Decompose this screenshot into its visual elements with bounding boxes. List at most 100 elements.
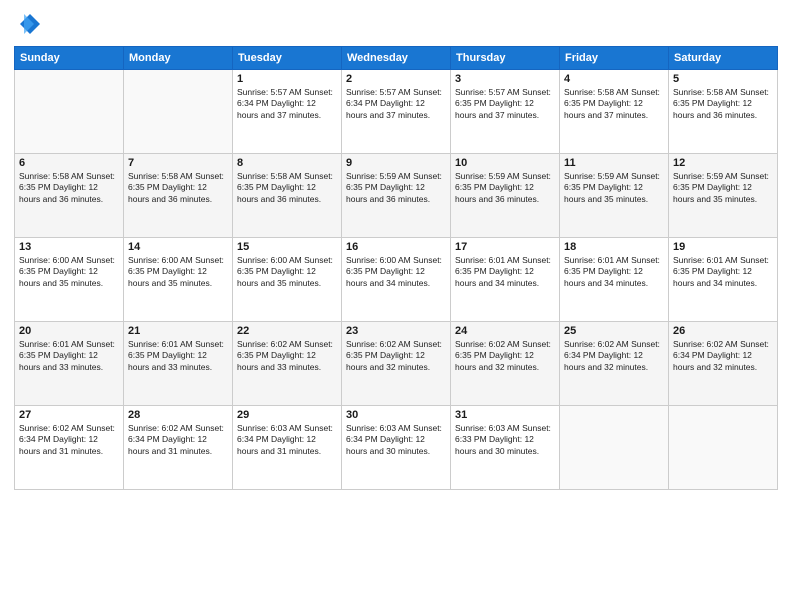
calendar-cell: 1Sunrise: 5:57 AM Sunset: 6:34 PM Daylig… xyxy=(233,70,342,154)
day-info: Sunrise: 5:59 AM Sunset: 6:35 PM Dayligh… xyxy=(455,171,555,205)
page: SundayMondayTuesdayWednesdayThursdayFrid… xyxy=(0,0,792,612)
day-number: 20 xyxy=(19,325,119,337)
day-info: Sunrise: 5:57 AM Sunset: 6:34 PM Dayligh… xyxy=(346,87,446,121)
weekday-header-wednesday: Wednesday xyxy=(342,47,451,70)
calendar-cell: 29 Sunrise: 6:03 AM Sunset: 6:34 PM Dayli… xyxy=(233,406,342,490)
day-number: 7 xyxy=(128,157,228,169)
day-number: 17 xyxy=(455,241,555,253)
day-number: 22 xyxy=(237,325,337,337)
weekday-header-tuesday: Tuesday xyxy=(233,47,342,70)
week-row-3: 20 Sunrise: 6:01 AM Sunset: 6:35 PM Dayli… xyxy=(15,322,778,406)
day-info: Sunrise: 6:02 AM Sunset: 6:34 PM Dayligh… xyxy=(564,339,664,373)
logo-icon xyxy=(14,10,42,38)
calendar-cell: 31Sunrise: 6:03 AM Sunset: 6:33 PM Dayli… xyxy=(451,406,560,490)
day-number: 3 xyxy=(455,73,555,85)
day-number: 26 xyxy=(673,325,773,337)
day-info: Sunrise: 5:58 AM Sunset: 6:35 PM Dayligh… xyxy=(237,171,337,205)
day-info: Sunrise: 5:57 AM Sunset: 6:34 PM Dayligh… xyxy=(237,87,337,121)
day-number: 25 xyxy=(564,325,664,337)
calendar: SundayMondayTuesdayWednesdayThursdayFrid… xyxy=(14,46,778,490)
day-info: Sunrise: 6:01 AM Sunset: 6:35 PM Dayligh… xyxy=(19,339,119,373)
calendar-cell: 21 Sunrise: 6:01 AM Sunset: 6:35 PM Dayli… xyxy=(124,322,233,406)
day-number: 21 xyxy=(128,325,228,337)
calendar-cell: 23 Sunrise: 6:02 AM Sunset: 6:35 PM Dayli… xyxy=(342,322,451,406)
day-number: 11 xyxy=(564,157,664,169)
calendar-cell: 8 Sunrise: 5:58 AM Sunset: 6:35 PM Daylig… xyxy=(233,154,342,238)
day-info: Sunrise: 6:03 AM Sunset: 6:34 PM Dayligh… xyxy=(237,423,337,457)
calendar-cell: 30 Sunrise: 6:03 AM Sunset: 6:34 PM Dayli… xyxy=(342,406,451,490)
day-number: 24 xyxy=(455,325,555,337)
week-row-2: 13 Sunrise: 6:00 AM Sunset: 6:35 PM Dayli… xyxy=(15,238,778,322)
day-number: 27 xyxy=(19,409,119,421)
weekday-header-monday: Monday xyxy=(124,47,233,70)
day-info: Sunrise: 5:58 AM Sunset: 6:35 PM Dayligh… xyxy=(128,171,228,205)
day-info: Sunrise: 6:03 AM Sunset: 6:34 PM Dayligh… xyxy=(346,423,446,457)
day-number: 8 xyxy=(237,157,337,169)
day-info: Sunrise: 5:58 AM Sunset: 6:35 PM Dayligh… xyxy=(19,171,119,205)
calendar-cell: 2 Sunrise: 5:57 AM Sunset: 6:34 PM Daylig… xyxy=(342,70,451,154)
day-number: 16 xyxy=(346,241,446,253)
day-info: Sunrise: 6:01 AM Sunset: 6:35 PM Dayligh… xyxy=(455,255,555,289)
day-info: Sunrise: 6:03 AM Sunset: 6:33 PM Dayligh… xyxy=(455,423,555,457)
day-number: 15 xyxy=(237,241,337,253)
calendar-cell: 22Sunrise: 6:02 AM Sunset: 6:35 PM Dayli… xyxy=(233,322,342,406)
day-info: Sunrise: 6:00 AM Sunset: 6:35 PM Dayligh… xyxy=(346,255,446,289)
calendar-cell: 28 Sunrise: 6:02 AM Sunset: 6:34 PM Dayli… xyxy=(124,406,233,490)
day-number: 4 xyxy=(564,73,664,85)
day-info: Sunrise: 5:59 AM Sunset: 6:35 PM Dayligh… xyxy=(673,171,773,205)
day-info: Sunrise: 6:02 AM Sunset: 6:34 PM Dayligh… xyxy=(128,423,228,457)
day-number: 30 xyxy=(346,409,446,421)
day-info: Sunrise: 5:58 AM Sunset: 6:35 PM Dayligh… xyxy=(564,87,664,121)
calendar-cell: 9 Sunrise: 5:59 AM Sunset: 6:35 PM Daylig… xyxy=(342,154,451,238)
day-info: Sunrise: 6:01 AM Sunset: 6:35 PM Dayligh… xyxy=(673,255,773,289)
calendar-cell: 16 Sunrise: 6:00 AM Sunset: 6:35 PM Dayli… xyxy=(342,238,451,322)
weekday-header-thursday: Thursday xyxy=(451,47,560,70)
calendar-cell: 5Sunrise: 5:58 AM Sunset: 6:35 PM Daylig… xyxy=(669,70,778,154)
week-row-4: 27 Sunrise: 6:02 AM Sunset: 6:34 PM Dayli… xyxy=(15,406,778,490)
day-info: Sunrise: 5:59 AM Sunset: 6:35 PM Dayligh… xyxy=(564,171,664,205)
calendar-cell: 25 Sunrise: 6:02 AM Sunset: 6:34 PM Dayli… xyxy=(560,322,669,406)
calendar-cell xyxy=(124,70,233,154)
calendar-cell xyxy=(560,406,669,490)
calendar-cell xyxy=(669,406,778,490)
calendar-cell: 10 Sunrise: 5:59 AM Sunset: 6:35 PM Dayli… xyxy=(451,154,560,238)
day-number: 10 xyxy=(455,157,555,169)
day-number: 19 xyxy=(673,241,773,253)
day-number: 2 xyxy=(346,73,446,85)
day-number: 14 xyxy=(128,241,228,253)
week-row-1: 6 Sunrise: 5:58 AM Sunset: 6:35 PM Daylig… xyxy=(15,154,778,238)
weekday-header-sunday: Sunday xyxy=(15,47,124,70)
day-info: Sunrise: 6:00 AM Sunset: 6:35 PM Dayligh… xyxy=(19,255,119,289)
day-number: 23 xyxy=(346,325,446,337)
day-number: 12 xyxy=(673,157,773,169)
day-number: 29 xyxy=(237,409,337,421)
calendar-cell: 3 Sunrise: 5:57 AM Sunset: 6:35 PM Daylig… xyxy=(451,70,560,154)
day-number: 28 xyxy=(128,409,228,421)
calendar-cell: 19 Sunrise: 6:01 AM Sunset: 6:35 PM Dayli… xyxy=(669,238,778,322)
calendar-cell: 14Sunrise: 6:00 AM Sunset: 6:35 PM Dayli… xyxy=(124,238,233,322)
day-number: 6 xyxy=(19,157,119,169)
day-number: 5 xyxy=(673,73,773,85)
day-number: 13 xyxy=(19,241,119,253)
calendar-cell: 6 Sunrise: 5:58 AM Sunset: 6:35 PM Daylig… xyxy=(15,154,124,238)
weekday-header-row: SundayMondayTuesdayWednesdayThursdayFrid… xyxy=(15,47,778,70)
day-number: 18 xyxy=(564,241,664,253)
day-info: Sunrise: 6:02 AM Sunset: 6:35 PM Dayligh… xyxy=(346,339,446,373)
calendar-cell xyxy=(15,70,124,154)
calendar-cell: 4 Sunrise: 5:58 AM Sunset: 6:35 PM Daylig… xyxy=(560,70,669,154)
day-info: Sunrise: 6:02 AM Sunset: 6:35 PM Dayligh… xyxy=(455,339,555,373)
logo xyxy=(14,10,46,38)
day-info: Sunrise: 5:57 AM Sunset: 6:35 PM Dayligh… xyxy=(455,87,555,121)
calendar-cell: 15 Sunrise: 6:00 AM Sunset: 6:35 PM Dayli… xyxy=(233,238,342,322)
day-info: Sunrise: 5:59 AM Sunset: 6:35 PM Dayligh… xyxy=(346,171,446,205)
calendar-cell: 26Sunrise: 6:02 AM Sunset: 6:34 PM Dayli… xyxy=(669,322,778,406)
calendar-cell: 17 Sunrise: 6:01 AM Sunset: 6:35 PM Dayli… xyxy=(451,238,560,322)
weekday-header-saturday: Saturday xyxy=(669,47,778,70)
day-number: 9 xyxy=(346,157,446,169)
calendar-cell: 27Sunrise: 6:02 AM Sunset: 6:34 PM Dayli… xyxy=(15,406,124,490)
weekday-header-friday: Friday xyxy=(560,47,669,70)
day-info: Sunrise: 6:01 AM Sunset: 6:35 PM Dayligh… xyxy=(128,339,228,373)
day-info: Sunrise: 6:00 AM Sunset: 6:35 PM Dayligh… xyxy=(237,255,337,289)
day-info: Sunrise: 6:01 AM Sunset: 6:35 PM Dayligh… xyxy=(564,255,664,289)
week-row-0: 1Sunrise: 5:57 AM Sunset: 6:34 PM Daylig… xyxy=(15,70,778,154)
